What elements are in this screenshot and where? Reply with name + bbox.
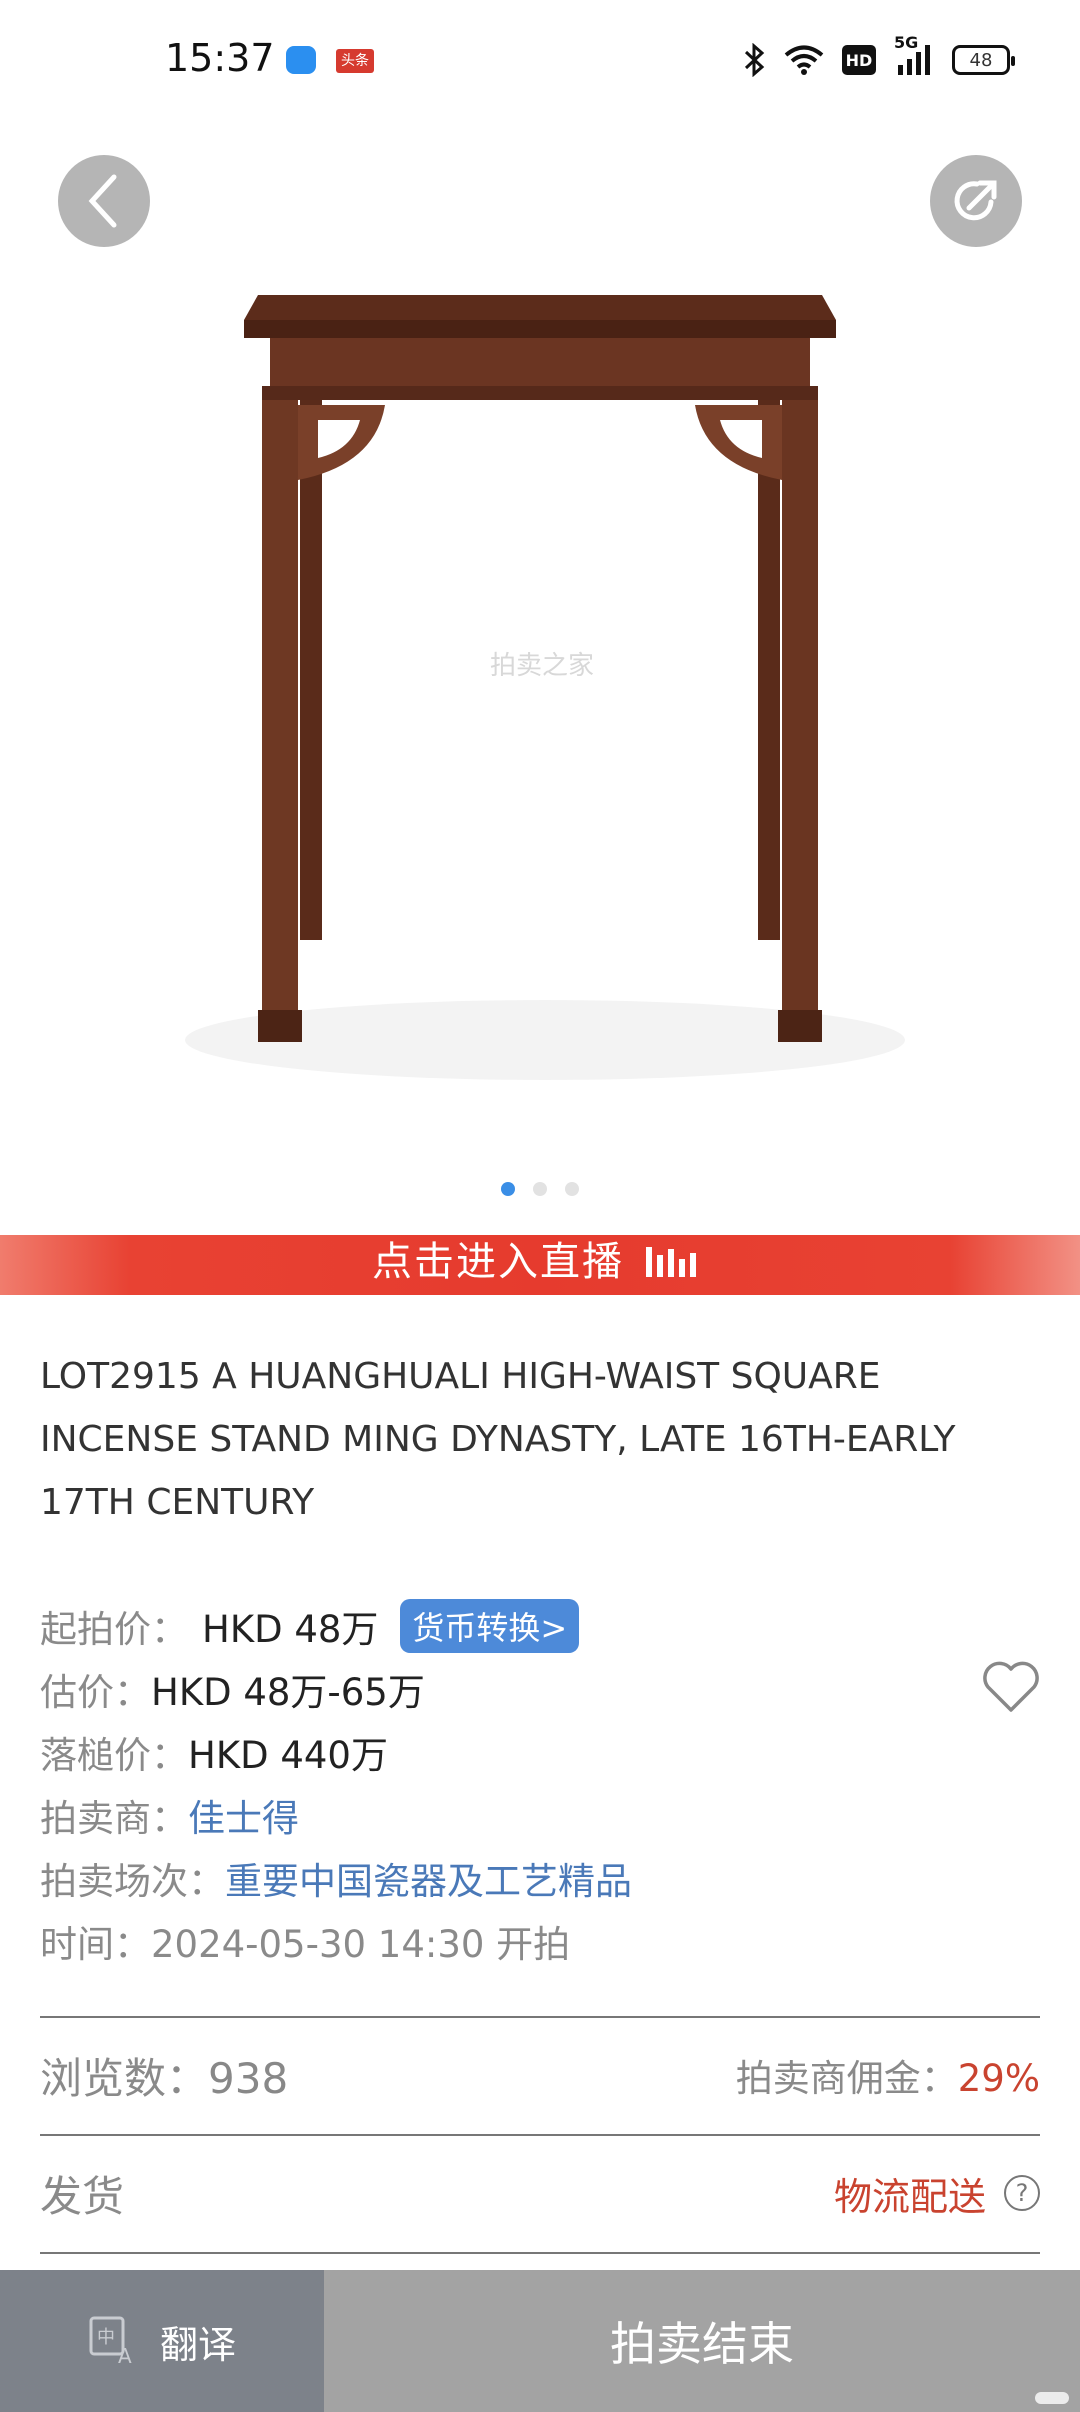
chevron-left-icon: [88, 174, 117, 228]
gallery-pagination: [0, 1182, 1080, 1196]
share-icon: [954, 180, 997, 221]
stats-row: 浏览数：938 拍卖商佣金：29%: [40, 2020, 1040, 2130]
hd-icon: HD: [842, 45, 876, 75]
heart-icon: [983, 1661, 1039, 1712]
session-label: 拍卖场次：: [40, 1859, 225, 1903]
starting-price-label: 起拍价：: [40, 1607, 188, 1651]
session-row: 拍卖场次： 重要中国瓷器及工艺精品: [40, 1846, 1040, 1909]
estimate-row: 估价： HKD 48万-65万: [40, 1657, 1040, 1720]
session-link[interactable]: 重要中国瓷器及工艺精品: [225, 1851, 632, 1905]
time-row: 时间： 2024-05-30 14:30 开拍: [40, 1909, 1040, 1972]
product-image-gallery[interactable]: 拍卖之家: [0, 120, 1080, 1235]
time-value: 2024-05-30 14:30 开拍: [151, 1922, 571, 1966]
divider: [40, 2252, 1040, 2254]
currency-convert-button[interactable]: 货币转换>: [400, 1598, 580, 1653]
views-label: 浏览数：: [40, 2053, 209, 2103]
favorite-button[interactable]: [980, 1658, 1042, 1714]
views-count: 938: [208, 2053, 289, 2103]
share-button[interactable]: [930, 155, 1022, 247]
estimate-value: HKD 48万-65万: [151, 1670, 425, 1714]
time-label: 时间：: [40, 1922, 151, 1966]
commission-value: 29%: [957, 2057, 1040, 2100]
status-bar: 15:37 头条 HD 5G 48: [0, 0, 1080, 120]
wifi-icon: [784, 44, 824, 76]
live-bars-icon: [646, 1247, 696, 1277]
hammer-price-row: 落槌价： HKD 440万: [40, 1720, 1040, 1783]
home-indicator: [1035, 2392, 1069, 2404]
status-icons: HD 5G 48: [744, 33, 1015, 82]
lot-info: 起拍价： HKD 48万 货币转换> 估价： HKD 48万-65万 落槌价： …: [40, 1594, 1040, 1972]
bottom-bar: 中 A 翻译 拍卖结束: [0, 2270, 1080, 2412]
hammer-price-label: 落槌价：: [40, 1733, 188, 1777]
divider: [40, 2134, 1040, 2136]
help-icon[interactable]: ?: [1004, 2175, 1040, 2211]
shipping-row[interactable]: 发货 物流配送 ?: [40, 2138, 1040, 2248]
starting-price-value: HKD 48万: [202, 1607, 379, 1651]
lot-title: LOT2915 A HUANGHUALI HIGH-WAIST SQUARE I…: [40, 1356, 956, 1523]
auction-ended-button[interactable]: 拍卖结束: [324, 2270, 1080, 2412]
hammer-price-value: HKD 440万: [188, 1733, 388, 1777]
bluetooth-icon: [744, 43, 766, 77]
live-stream-label: 点击进入直播: [372, 1239, 624, 1285]
status-time: 15:37: [165, 36, 275, 80]
auctioneer-label: 拍卖商：: [40, 1796, 188, 1840]
shipping-label: 发货: [40, 2171, 125, 2221]
divider: [40, 2016, 1040, 2018]
starting-price-row: 起拍价： HKD 48万 货币转换>: [40, 1594, 1040, 1657]
auctioneer-row: 拍卖商： 佳士得: [40, 1783, 1040, 1846]
battery-icon: 48: [952, 45, 1015, 75]
back-button[interactable]: [58, 155, 150, 247]
translate-button[interactable]: 中 A 翻译: [0, 2270, 324, 2412]
commission-label: 拍卖商佣金：: [735, 2057, 958, 2100]
page-dot[interactable]: [533, 1182, 547, 1196]
auctioneer-link[interactable]: 佳士得: [188, 1788, 299, 1842]
svg-text:中: 中: [97, 2327, 115, 2348]
signal-icon: 5G: [894, 33, 934, 77]
app-notification-icon: [286, 46, 316, 74]
estimate-label: 估价：: [40, 1670, 151, 1714]
toutiao-notification-icon: 头条: [336, 49, 374, 73]
live-stream-banner[interactable]: 点击进入直播: [0, 1235, 1080, 1295]
watermark: 拍卖之家: [490, 651, 595, 681]
translate-label: 翻译: [159, 2322, 236, 2367]
page-dot[interactable]: [501, 1182, 515, 1196]
page-dot[interactable]: [565, 1182, 579, 1196]
svg-text:A: A: [118, 2344, 132, 2367]
network-type: 5G: [894, 33, 919, 52]
shipping-method[interactable]: 物流配送: [834, 2166, 986, 2221]
translate-icon: 中 A: [89, 2316, 132, 2367]
